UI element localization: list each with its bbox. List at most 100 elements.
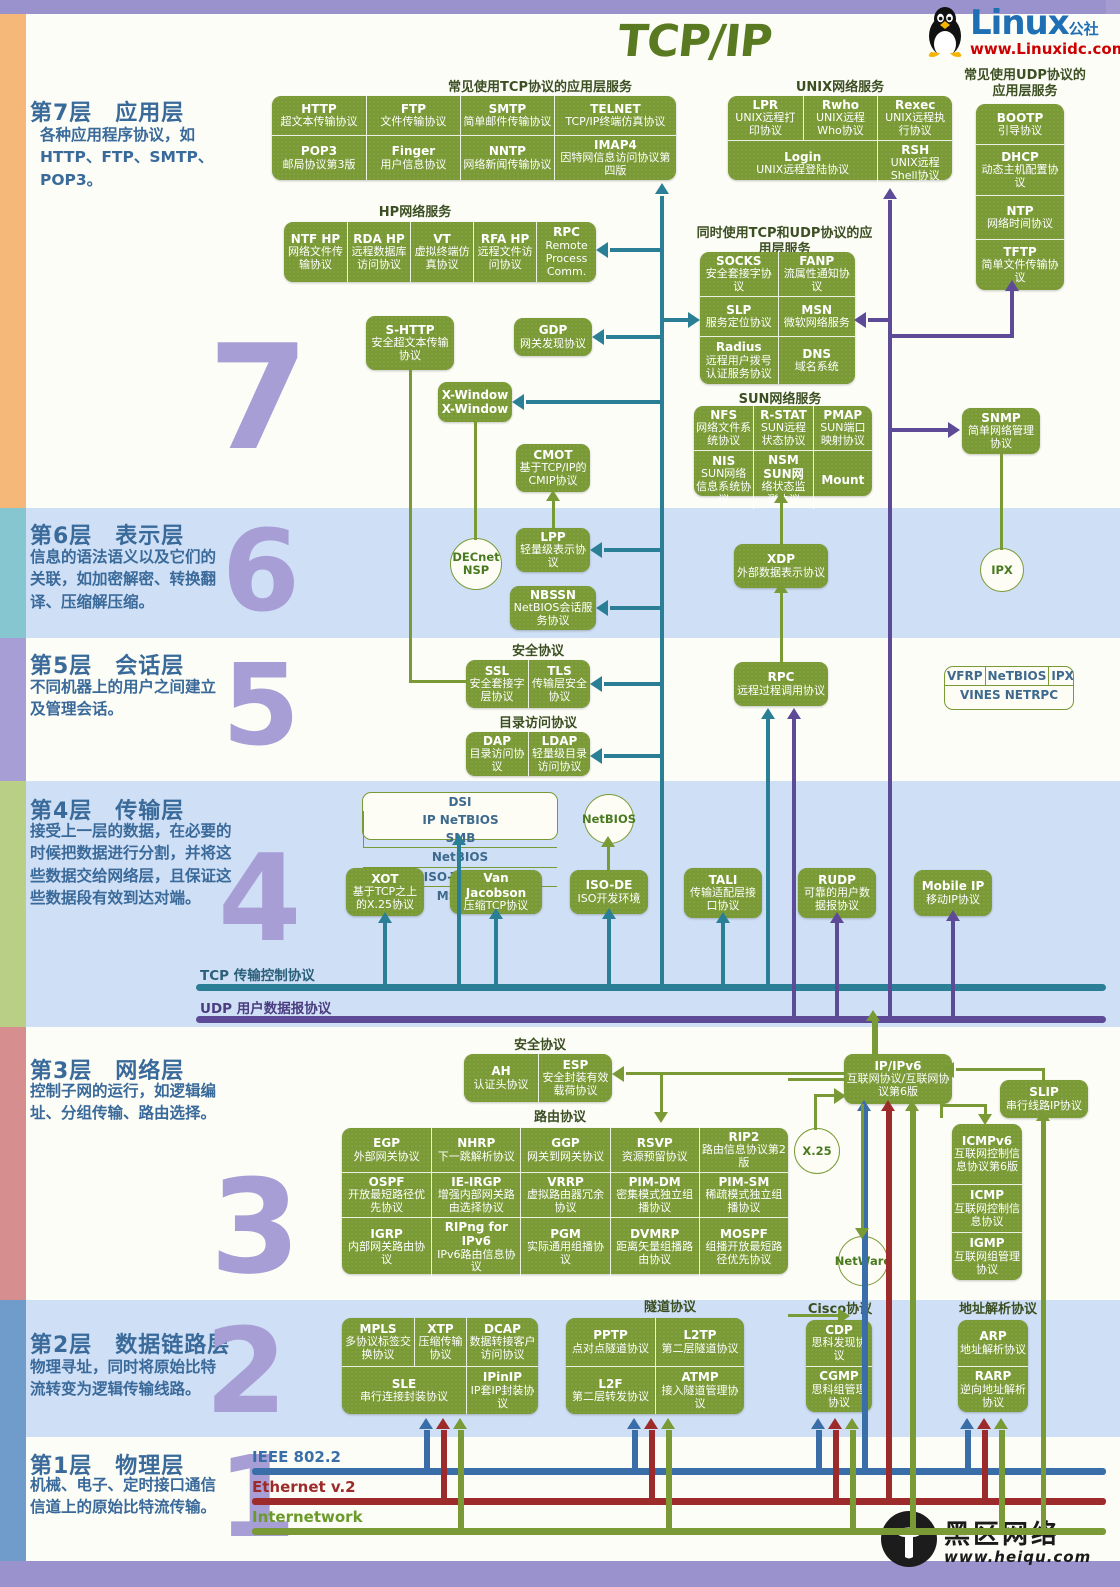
protocol-cell[interactable]: NNTP 网络新闻传输协议 xyxy=(459,134,554,180)
protocol-cell[interactable]: DCAP 数据转接客户访问协议 xyxy=(465,1318,538,1366)
protocol-cell[interactable]: AH 认证头协议 xyxy=(464,1054,538,1102)
protocol-cell[interactable]: Rwho UNIX远程Who协议 xyxy=(802,96,878,141)
protocol-cell[interactable]: RSVP 资源预留协议 xyxy=(609,1128,699,1173)
protocol-cell[interactable]: IE-IRGP 增强内部网关路由选择协议 xyxy=(431,1172,521,1218)
protocol-cell[interactable]: VINES NETRPC xyxy=(945,685,1073,704)
protocol-cell[interactable]: Mount xyxy=(812,450,872,510)
protocol-cell[interactable]: SLE 串行连接封装协议 xyxy=(342,1366,466,1414)
protocol-cell[interactable]: ESP 安全封装有效载荷协议 xyxy=(538,1054,612,1102)
protocol-cell[interactable]: Rexec UNIX远程执行协议 xyxy=(877,96,952,141)
protocol-cell[interactable]: DNS 域名系统 xyxy=(777,336,855,384)
protocol-box-rudp[interactable]: RUDP 可靠的用户数据报协议 xyxy=(798,868,876,918)
protocol-cell[interactable]: RSH UNIX远程Shell协议 xyxy=(877,140,952,186)
protocol-cell[interactable]: VT 虚拟终端仿真协议 xyxy=(410,222,473,282)
protocol-name: VFRP xyxy=(947,669,983,683)
protocol-cell[interactable]: NeTBIOS xyxy=(984,667,1049,686)
protocol-cell[interactable]: IP NeTBIOS xyxy=(363,811,557,830)
protocol-cell[interactable]: XTP 压缩传输协议 xyxy=(414,1318,466,1366)
protocol-circle-ipx-l6[interactable]: IPX xyxy=(980,548,1024,592)
protocol-cell[interactable]: FANP 流属性通知协议 xyxy=(777,252,856,297)
protocol-cell[interactable]: SOCKS 安全套接字协议 xyxy=(700,252,778,296)
protocol-cell[interactable]: IGMP 互联网组管理协议 xyxy=(952,1232,1022,1280)
protocol-cell[interactable]: MSN 微软网络服务 xyxy=(777,296,855,337)
protocol-cell[interactable]: PMAP SUN端口映射协议 xyxy=(812,406,872,451)
protocol-cn: 下一跳解析协议 xyxy=(437,1149,515,1163)
protocol-box-xwindow[interactable]: X-Window X-Window xyxy=(438,382,512,422)
protocol-cell[interactable]: LPR UNIX远程打印协议 xyxy=(728,96,803,140)
protocol-cell[interactable]: EGP 外部网关协议 xyxy=(342,1128,431,1172)
protocol-box-rpc-l5[interactable]: RPC 远程过程调用协议 xyxy=(734,662,828,706)
protocol-cell[interactable]: DVMRP 距离矢量组播路由协议 xyxy=(609,1217,699,1277)
protocol-box-ip-ipv6[interactable]: IP/IPv6 互联网协议/互联网协议第6版 xyxy=(844,1054,952,1104)
protocol-cell[interactable]: DHCP 动态主机配置协议 xyxy=(976,144,1064,195)
protocol-cell[interactable]: RARP 逆向地址解析协议 xyxy=(958,1366,1028,1412)
protocol-cell[interactable]: PPTP 点对点隧道协议 xyxy=(566,1318,655,1366)
protocol-cell[interactable]: DSI xyxy=(363,793,557,811)
protocol-cell[interactable]: DAP 目录访问协议 xyxy=(466,732,528,776)
protocol-cell[interactable]: OSPF 开放最短路径优先协议 xyxy=(342,1172,432,1217)
protocol-cell[interactable]: R-STAT SUN远程状态协议 xyxy=(753,406,812,451)
protocol-cell[interactable]: BOOTP 引导协议 xyxy=(976,104,1064,144)
protocol-cell[interactable]: IMAP4 因特网信息访问协议第四版 xyxy=(553,134,676,180)
protocol-cell[interactable]: VRRP 虚拟路由器冗余协议 xyxy=(520,1172,610,1218)
protocol-name: Rwho xyxy=(821,98,860,112)
protocol-cell[interactable]: SMTP 简单邮件传输协议 xyxy=(459,96,554,135)
protocol-cell[interactable]: RIP2 路由信息协议第2版 xyxy=(698,1128,788,1173)
protocol-circle-x25[interactable]: X.25 xyxy=(794,1128,840,1174)
protocol-cell[interactable]: Finger 用户信息协议 xyxy=(365,134,460,180)
protocol-cell[interactable]: NTF HP 网络文件传输协议 xyxy=(284,222,347,282)
protocol-cell[interactable]: L2TP 第二层隧道协议 xyxy=(655,1318,744,1366)
protocol-cell[interactable]: RFA HP 远程文件访问协议 xyxy=(473,222,536,282)
protocol-cn: 压缩传输协议 xyxy=(418,1335,463,1362)
protocol-cell[interactable]: LDAP 轻量级目录访问协议 xyxy=(528,732,590,777)
protocol-cell[interactable]: NHRP 下一跳解析协议 xyxy=(431,1128,520,1173)
protocol-box-cmot[interactable]: CMOT 基于TCP/IP的CMIP协议 xyxy=(516,444,590,492)
protocol-cell[interactable]: IPX xyxy=(1048,667,1076,686)
protocol-box-gdp[interactable]: GDP 网关发现协议 xyxy=(514,318,592,356)
protocol-cell[interactable]: MOSPF 组播开放最短路径优先协议 xyxy=(698,1217,788,1277)
protocol-box-lpp[interactable]: LPP 轻量级表示协议 xyxy=(516,528,590,572)
protocol-cell[interactable]: SSL 安全套接字层协议 xyxy=(466,660,528,708)
protocol-cell[interactable]: TFTP 简单文件传输协议 xyxy=(976,239,1064,290)
protocol-cell[interactable]: L2F 第二层转发协议 xyxy=(566,1366,655,1414)
protocol-cell[interactable]: PIM-SM 稀疏模式独立组播协议 xyxy=(698,1172,788,1218)
protocol-cell[interactable]: HTTP 超文本传输协议 xyxy=(272,96,366,135)
protocol-box-xot[interactable]: XOT 基于TCP之上的X.25协议 xyxy=(346,868,424,916)
protocol-cell[interactable]: POP3 邮局协议第3版 xyxy=(272,134,366,180)
protocol-cell[interactable]: RPC Remote Process Comm. xyxy=(536,222,596,282)
connector-arrow-routing xyxy=(654,1112,668,1123)
protocol-cell[interactable]: TLS 传输层安全协议 xyxy=(528,660,590,708)
protocol-name: L2TP xyxy=(683,1328,717,1343)
protocol-cell[interactable]: NFS 网络文件系统协议 xyxy=(694,406,753,450)
linux-wordmark: Linux xyxy=(970,3,1070,43)
protocol-cell[interactable]: IGRP 内部网关路由协议 xyxy=(342,1217,432,1276)
protocol-box-tali[interactable]: TALI 传输适配层接口协议 xyxy=(684,868,762,918)
linux-url: www.Linuxidc.com xyxy=(970,40,1120,58)
connector-socks-line xyxy=(664,318,688,322)
protocol-cell[interactable]: IPinIP IP套IP封装协议 xyxy=(465,1366,538,1414)
protocol-cell[interactable]: VFRP xyxy=(945,667,985,685)
protocol-cell[interactable]: RIPng for IPv6 IPv6路由信息协议 xyxy=(431,1217,521,1277)
protocol-cell[interactable]: ICMP 互联网控制信息协议 xyxy=(952,1184,1022,1232)
protocol-cell[interactable]: TELNET TCP/IP终端仿真协议 xyxy=(553,96,676,135)
protocol-cell[interactable]: PIM-DM 密集模式独立组播协议 xyxy=(609,1172,699,1218)
protocol-cell[interactable]: FTP 文件传输协议 xyxy=(365,96,460,135)
protocol-cell[interactable]: MPLS 多协议标签交换协议 xyxy=(342,1318,414,1366)
protocol-cell[interactable]: NTP 网络时间协议 xyxy=(976,194,1064,239)
protocol-box-shttp[interactable]: S-HTTP 安全超文本传输协议 xyxy=(366,316,454,370)
protocol-cn: 简单网络管理协议 xyxy=(968,424,1034,451)
protocol-cell[interactable]: PGM 实际通用组播协议 xyxy=(520,1217,610,1277)
protocol-cell[interactable]: Radius 远程用户拨号认证服务协议 xyxy=(700,336,778,384)
protocol-box-nbssn[interactable]: NBSSN NetBIOS会话服务协议 xyxy=(510,586,596,630)
protocol-cell[interactable]: GGP 网关到网关协议 xyxy=(520,1128,609,1173)
protocol-cell[interactable]: ARP 地址解析协议 xyxy=(958,1320,1028,1366)
protocol-cell[interactable]: ATMP 接入隧道管理协议 xyxy=(655,1366,744,1414)
protocol-cell[interactable]: RDA HP 远程数据库访问协议 xyxy=(347,222,410,282)
protocol-cell[interactable]: NIS SUN网络信息系统协议 xyxy=(694,450,754,509)
protocol-cn: TCP/IP终端仿真协议 xyxy=(565,115,666,129)
protocol-box-snmp[interactable]: SNMP 简单网络管理协议 xyxy=(962,408,1040,454)
protocol-cell[interactable]: Login UNIX远程登陆协议 xyxy=(728,140,878,185)
protocol-circle-decnet[interactable]: DECnet NSP xyxy=(450,538,502,590)
protocol-cell[interactable]: SLP 服务定位协议 xyxy=(700,296,778,336)
protocol-cell[interactable]: ICMPv6 互联网控制信息协议第6版 xyxy=(952,1124,1022,1184)
